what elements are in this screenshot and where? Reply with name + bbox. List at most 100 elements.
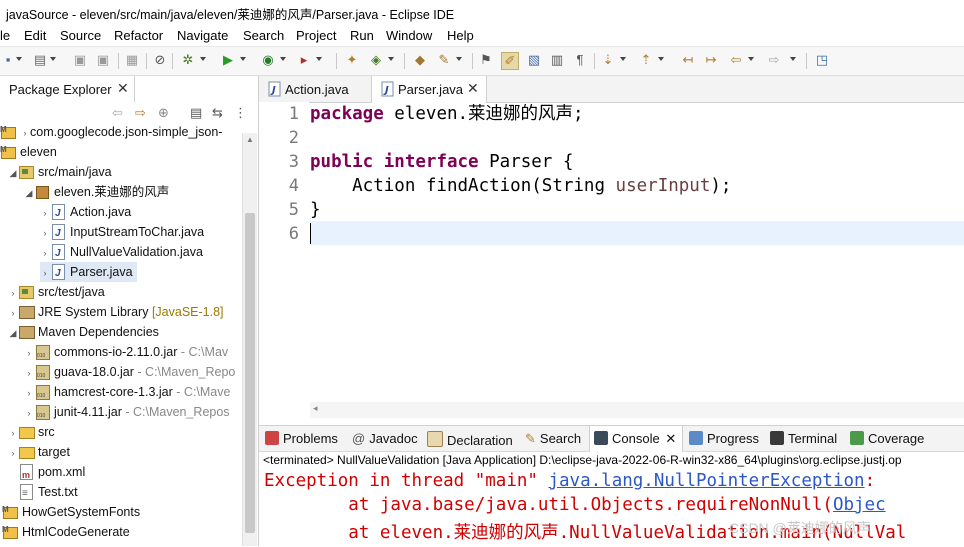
- prev-annotation-icon[interactable]: ⇡: [638, 52, 654, 68]
- forward-dropdown-icon[interactable]: [790, 57, 796, 61]
- tab-parser-java[interactable]: J Parser.java ✕: [371, 76, 487, 103]
- expand-arrow-icon[interactable]: ›: [24, 343, 34, 363]
- back-icon[interactable]: ⇦: [112, 105, 123, 121]
- collapse-arrow-icon[interactable]: ◢: [8, 323, 18, 343]
- tree-item-guava-jar[interactable]: › guava-18.0.jar - C:\Maven_Repo: [24, 362, 235, 386]
- tree-item-action-java[interactable]: › Action.java: [40, 202, 131, 224]
- expand-arrow-icon[interactable]: ›: [8, 423, 18, 443]
- tree-item-src-main-java[interactable]: ◢ src/main/java: [8, 162, 112, 182]
- tree-item-htmlcodegenerate[interactable]: HtmlCodeGenerate: [2, 520, 130, 542]
- external-tools-dropdown-icon[interactable]: [316, 57, 322, 61]
- expand-arrow-icon[interactable]: ›: [8, 443, 18, 463]
- up-icon[interactable]: ⊕: [158, 105, 169, 121]
- run-dropdown-icon[interactable]: [240, 57, 246, 61]
- expand-arrow-icon[interactable]: ›: [24, 403, 34, 423]
- tree-item-howgetsystemfonts[interactable]: HowGetSystemFonts: [2, 500, 140, 522]
- coverage-dropdown-icon[interactable]: [280, 57, 286, 61]
- package-explorer-scrollbar[interactable]: ▲: [242, 133, 257, 546]
- menu-source[interactable]: Source: [60, 28, 101, 43]
- next-annotation-icon[interactable]: ⇣: [600, 52, 616, 68]
- forward-icon[interactable]: ⇨: [766, 52, 782, 68]
- open-dropdown-icon[interactable]: [50, 57, 56, 61]
- tab-progress[interactable]: Progress: [689, 431, 759, 446]
- new-class-dropdown-icon[interactable]: [388, 57, 394, 61]
- back-icon[interactable]: ⇦: [728, 52, 744, 68]
- menu-run[interactable]: Run: [350, 28, 374, 43]
- scrollbar-thumb[interactable]: [245, 213, 255, 533]
- debug-dropdown-icon[interactable]: [200, 57, 206, 61]
- link-with-editor-icon[interactable]: ⇆: [212, 105, 223, 121]
- collapse-all-icon[interactable]: ▤: [190, 105, 202, 121]
- tree-item-parser-java[interactable]: › Parser.java: [40, 262, 137, 284]
- stack-trace-link[interactable]: Objec: [833, 495, 886, 515]
- editor-horizontal-scrollbar[interactable]: ◂: [310, 402, 964, 418]
- tab-javadoc[interactable]: @ Javadoc: [352, 431, 418, 446]
- tab-action-java[interactable]: J Action.java: [259, 76, 369, 102]
- menu-refactor[interactable]: Refactor: [114, 28, 163, 43]
- tree-item-target[interactable]: › target: [8, 442, 70, 462]
- menu-project[interactable]: Project: [296, 28, 336, 43]
- tab-problems[interactable]: Problems: [265, 431, 338, 446]
- expand-arrow-icon[interactable]: ›: [8, 283, 18, 303]
- tree-item-pom-xml[interactable]: pom.xml: [18, 462, 85, 485]
- open-task-icon[interactable]: ◆: [412, 52, 428, 68]
- expand-arrow-icon[interactable]: ›: [24, 383, 34, 403]
- tree-item-eleven[interactable]: eleven: [0, 140, 57, 162]
- tree-item-package[interactable]: ◢ eleven.莱迪娜的风声: [24, 182, 170, 203]
- forward-icon[interactable]: ⇨: [135, 105, 146, 121]
- last-edit-location-icon[interactable]: ↤: [680, 52, 696, 68]
- tree-item-junit-jar[interactable]: › junit-4.11.jar - C:\Maven_Repos: [24, 402, 230, 426]
- menu-window[interactable]: Window: [386, 28, 432, 43]
- collapse-arrow-icon[interactable]: ◢: [8, 163, 18, 183]
- new-java-project-icon[interactable]: ✦: [344, 52, 360, 68]
- scroll-left-icon[interactable]: ◂: [313, 403, 318, 414]
- view-menu-icon[interactable]: ⋮: [234, 105, 247, 121]
- new-package-icon[interactable]: ◈: [368, 52, 384, 68]
- package-explorer-tab[interactable]: Package Explorer ✕: [0, 76, 135, 102]
- prev-annotation-dropdown-icon[interactable]: [658, 57, 664, 61]
- tab-declaration[interactable]: Declaration: [427, 431, 513, 448]
- save-all-icon[interactable]: ▣: [95, 52, 111, 68]
- scroll-up-icon[interactable]: ▲: [246, 135, 254, 144]
- save-icon[interactable]: ▣: [72, 52, 88, 68]
- search-icon[interactable]: ✎: [436, 52, 452, 68]
- toggle-mark-occurrences-icon[interactable]: ⚑: [478, 52, 494, 68]
- back-dropdown-icon[interactable]: [748, 57, 754, 61]
- menu-help[interactable]: Help: [447, 28, 474, 43]
- tree-item-json-simple[interactable]: ›com.googlecode.json-simple_json-: [0, 120, 222, 143]
- exception-link[interactable]: java.lang.NullPointerException: [548, 471, 864, 491]
- collapse-arrow-icon[interactable]: ◢: [24, 183, 34, 203]
- new-icon[interactable]: ▪: [0, 52, 16, 68]
- forward-edit-icon[interactable]: ↦: [703, 52, 719, 68]
- pilcrow-icon[interactable]: ¶: [572, 52, 588, 68]
- pin-editor-icon[interactable]: ◳: [814, 52, 830, 68]
- menu-navigate[interactable]: Navigate: [177, 28, 228, 43]
- close-icon[interactable]: ✕: [117, 80, 129, 97]
- new-dropdown-icon[interactable]: [16, 57, 22, 61]
- tree-item-src[interactable]: › src: [8, 422, 55, 442]
- expand-arrow-icon[interactable]: ›: [40, 203, 50, 223]
- tab-coverage[interactable]: Coverage: [850, 431, 924, 446]
- print-icon[interactable]: ▦: [124, 52, 140, 68]
- block-selection-icon[interactable]: ▧: [526, 52, 542, 68]
- tree-item-inputstreamtochar-java[interactable]: › InputStreamToChar.java: [40, 222, 204, 244]
- run-icon[interactable]: ▶: [220, 52, 236, 68]
- expand-arrow-icon[interactable]: ›: [24, 363, 34, 383]
- expand-arrow-icon[interactable]: ›: [40, 263, 50, 283]
- expand-arrow-icon[interactable]: ›: [40, 243, 50, 263]
- tree-item-nullvaluevalidation-java[interactable]: › NullValueValidation.java: [40, 242, 203, 264]
- menu-search[interactable]: Search: [243, 28, 284, 43]
- tab-search[interactable]: ✎ Search: [525, 431, 581, 447]
- tab-terminal[interactable]: Terminal: [770, 431, 837, 446]
- search-dropdown-icon[interactable]: [456, 57, 462, 61]
- menu-file[interactable]: le: [0, 28, 10, 43]
- expand-arrow-icon[interactable]: ›: [20, 123, 30, 143]
- next-annotation-dropdown-icon[interactable]: [620, 57, 626, 61]
- tree-item-maven-dependencies[interactable]: ◢ Maven Dependencies: [8, 322, 159, 342]
- tree-item-src-test-java[interactable]: › src/test/java: [8, 282, 105, 302]
- expand-arrow-icon[interactable]: ›: [8, 303, 18, 323]
- open-type-icon[interactable]: ▤: [32, 52, 48, 68]
- tree-item-commons-io-jar[interactable]: › commons-io-2.11.0.jar - C:\Mav: [24, 342, 228, 366]
- expand-arrow-icon[interactable]: ›: [40, 223, 50, 243]
- menu-edit[interactable]: Edit: [24, 28, 46, 43]
